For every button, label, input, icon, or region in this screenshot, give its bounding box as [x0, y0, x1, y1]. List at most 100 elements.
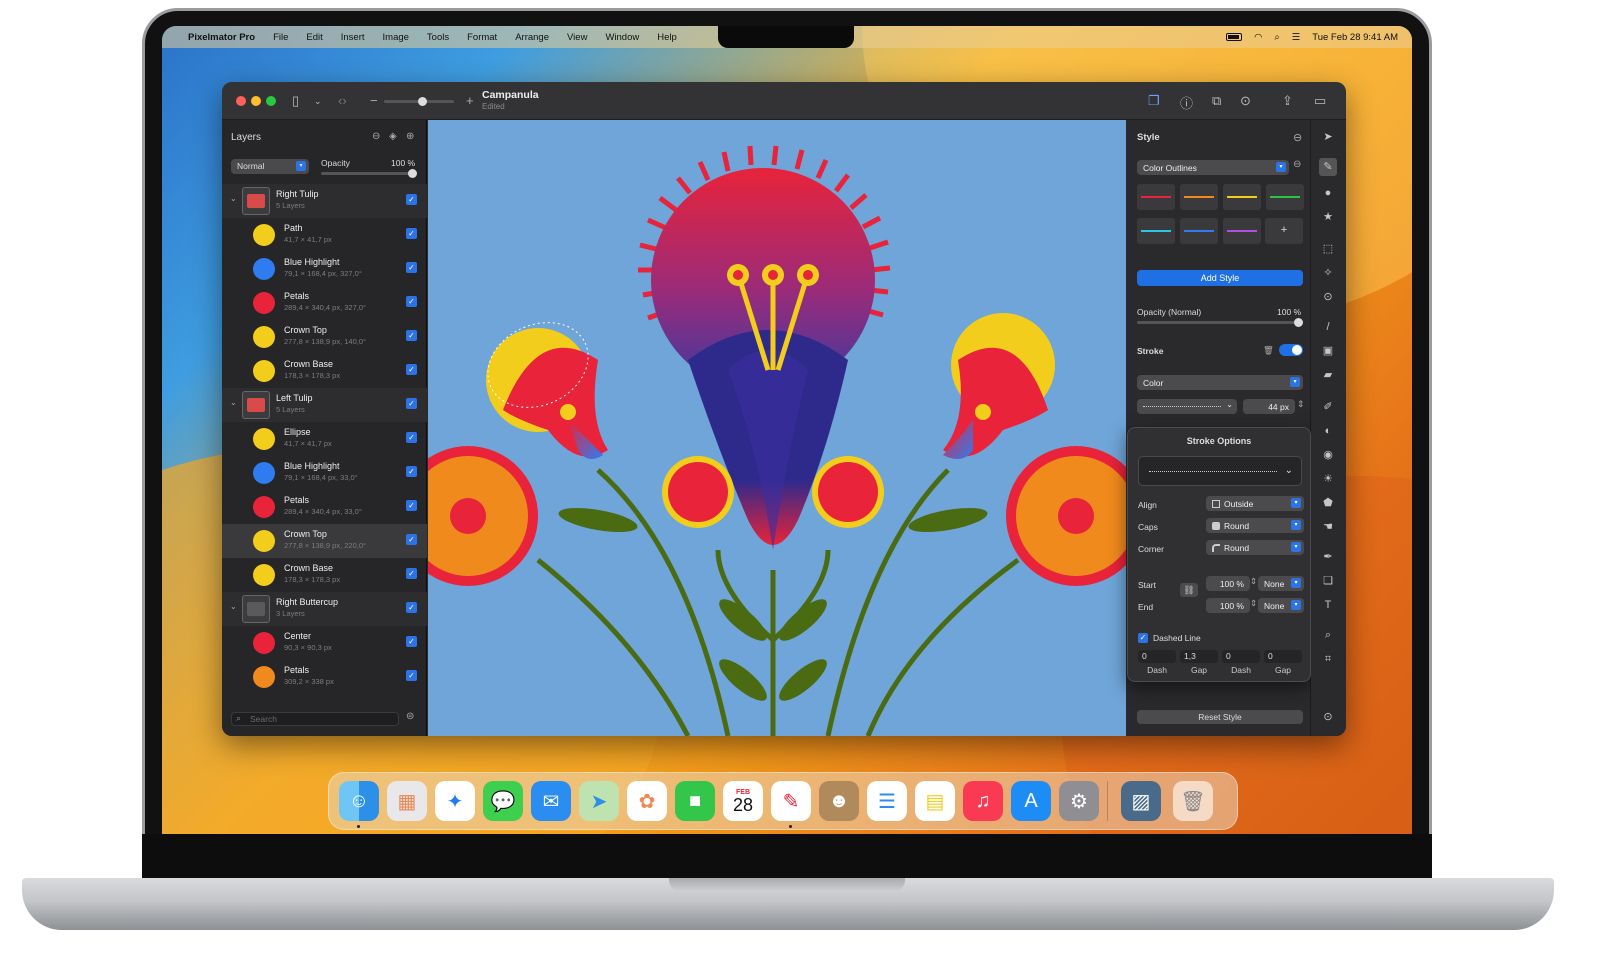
- layer-visibility-checkbox[interactable]: ✓: [406, 330, 417, 341]
- style-preset-select[interactable]: Color Outlines ▾: [1137, 160, 1289, 175]
- reminders-icon[interactable]: ☰: [867, 781, 907, 821]
- layer-row[interactable]: Crown Top 277,8 × 138,9 px, 140,0° ✓: [222, 320, 427, 354]
- end-scale-field[interactable]: 100 %: [1206, 598, 1250, 613]
- layer-visibility-checkbox[interactable]: ✓: [406, 602, 417, 613]
- style-swatch[interactable]: [1137, 184, 1175, 210]
- preview-icon[interactable]: ▨: [1121, 781, 1161, 821]
- app-store-icon[interactable]: A: [1011, 781, 1051, 821]
- stroke-width-stepper[interactable]: ⇕: [1297, 399, 1305, 410]
- start-arrow-select[interactable]: None ▾: [1258, 576, 1304, 591]
- corner-select[interactable]: Round ▾: [1206, 540, 1304, 555]
- add-swatch-button[interactable]: +: [1265, 218, 1303, 244]
- layer-visibility-checkbox[interactable]: ✓: [406, 500, 417, 511]
- layer-row[interactable]: Ellipse 41,7 × 41,7 px ✓: [222, 422, 427, 456]
- facetime-icon[interactable]: ■: [675, 781, 715, 821]
- crop-icon[interactable]: ⧉: [1212, 93, 1221, 109]
- wifi-icon[interactable]: ◠: [1254, 32, 1262, 43]
- layer-visibility-checkbox[interactable]: ✓: [406, 194, 417, 205]
- arrows-icon[interactable]: ‹›: [338, 93, 347, 108]
- collapse-style-icon[interactable]: ⊖: [1293, 131, 1302, 144]
- inspector-toggle-icon[interactable]: ▭: [1314, 93, 1326, 109]
- shapes-icon[interactable]: ❏: [1321, 574, 1335, 588]
- layer-row[interactable]: Path 41,7 × 41,7 px ✓: [222, 218, 427, 252]
- campanula-artwork[interactable]: [428, 120, 1126, 736]
- end-scale-stepper[interactable]: ⇕: [1250, 598, 1257, 609]
- style-swatch[interactable]: [1223, 218, 1261, 244]
- selection-tool-icon[interactable]: ⬚: [1321, 242, 1335, 256]
- stroke-width-field[interactable]: 44 px: [1243, 399, 1295, 414]
- start-scale-field[interactable]: 100 %: [1206, 576, 1250, 591]
- quick-selection-icon[interactable]: ⊙: [1321, 290, 1335, 304]
- layer-group-row[interactable]: ⌄ Left Tulip 5 Layers ✓: [222, 388, 427, 422]
- dash-field[interactable]: 0: [1138, 650, 1176, 663]
- trash-stroke-icon[interactable]: 🗑: [1263, 345, 1274, 356]
- menu-file[interactable]: File: [273, 32, 288, 43]
- layer-visibility-checkbox[interactable]: ✓: [406, 398, 417, 409]
- arrange-icon[interactable]: ❐: [1148, 93, 1160, 109]
- type-tool-icon[interactable]: T: [1321, 598, 1335, 612]
- layer-visibility-checkbox[interactable]: ✓: [406, 636, 417, 647]
- layer-row[interactable]: Petals 289,4 × 340,4 px, 327,0° ✓: [222, 286, 427, 320]
- menu-clock[interactable]: Tue Feb 28 9:41 AM: [1312, 32, 1398, 43]
- paint-bucket-icon[interactable]: ▣: [1321, 344, 1335, 358]
- caps-select[interactable]: Round ▾: [1206, 518, 1304, 533]
- layer-group-row[interactable]: ⌄ Right Buttercup 3 Layers ✓: [222, 592, 427, 626]
- layer-row[interactable]: Blue Highlight 79,1 × 168,4 px, 33,0° ✓: [222, 456, 427, 490]
- magic-wand-icon[interactable]: ✧: [1321, 266, 1335, 280]
- link-icon[interactable]: ⛓: [1180, 583, 1198, 597]
- launchpad-icon[interactable]: ▦: [387, 781, 427, 821]
- layer-row[interactable]: Petals 289,4 × 340,4 px, 33,0° ✓: [222, 490, 427, 524]
- spotlight-icon[interactable]: ⌕: [1274, 32, 1279, 43]
- zoom-slider-knob[interactable]: [418, 97, 427, 106]
- layer-row[interactable]: Petals 309,2 × 338 px ✓: [222, 660, 427, 694]
- menu-format[interactable]: Format: [467, 32, 497, 43]
- eraser-icon[interactable]: ▰: [1321, 368, 1335, 382]
- disclosure-chevron-icon[interactable]: ⌄: [230, 398, 237, 407]
- layer-visibility-checkbox[interactable]: ✓: [406, 228, 417, 239]
- info-icon[interactable]: ⓘ: [1180, 93, 1193, 112]
- finder-icon[interactable]: ☺: [339, 781, 379, 821]
- dash-field[interactable]: 0: [1222, 650, 1260, 663]
- style-swatch[interactable]: [1223, 184, 1261, 210]
- collapse-icon[interactable]: ⊖: [372, 131, 380, 142]
- add-layer-icon[interactable]: ⊕: [406, 131, 414, 142]
- safari-icon[interactable]: ✦: [435, 781, 475, 821]
- sidebar-toggle-icon[interactable]: ▯: [292, 93, 299, 109]
- dash-field[interactable]: 0: [1264, 650, 1302, 663]
- stack-icon[interactable]: ◈: [389, 131, 397, 142]
- disclosure-chevron-icon[interactable]: ⌄: [230, 194, 237, 203]
- style-swatch[interactable]: [1137, 218, 1175, 244]
- layer-group-row[interactable]: ⌄ Right Tulip 5 Layers ✓: [222, 184, 427, 218]
- layer-visibility-checkbox[interactable]: ✓: [406, 262, 417, 273]
- style-tool-icon[interactable]: ✎: [1319, 158, 1337, 176]
- layer-visibility-checkbox[interactable]: ✓: [406, 432, 417, 443]
- crop-tool-icon[interactable]: ⌗: [1321, 652, 1335, 666]
- menu-app-name[interactable]: Pixelmator Pro: [188, 32, 255, 43]
- share-icon[interactable]: ⇪: [1282, 93, 1293, 109]
- paint-brush-icon[interactable]: /: [1321, 320, 1335, 334]
- pen-icon[interactable]: ✒: [1321, 550, 1335, 564]
- style-swatch[interactable]: [1180, 184, 1218, 210]
- end-arrow-select[interactable]: None ▾: [1258, 598, 1304, 613]
- align-select[interactable]: Outside ▾: [1206, 496, 1304, 511]
- contacts-icon[interactable]: ☻: [819, 781, 859, 821]
- reset-style-button[interactable]: Reset Style: [1137, 710, 1303, 724]
- chevron-down-icon[interactable]: ⌄: [314, 96, 322, 107]
- retouch-icon[interactable]: ✐: [1321, 400, 1335, 414]
- menu-tools[interactable]: Tools: [427, 32, 449, 43]
- menu-image[interactable]: Image: [383, 32, 409, 43]
- color-adjust-icon[interactable]: ●: [1321, 186, 1335, 200]
- menu-arrange[interactable]: Arrange: [515, 32, 549, 43]
- clone-icon[interactable]: ◐: [1321, 424, 1335, 438]
- layer-row[interactable]: Crown Top 277,8 × 138,9 px, 220,0° ✓: [222, 524, 427, 558]
- zoom-tool-icon[interactable]: ⌕: [1321, 628, 1335, 642]
- smudge-icon[interactable]: ☚: [1321, 520, 1335, 534]
- dash-pattern-select[interactable]: ⌄: [1138, 456, 1302, 486]
- menu-window[interactable]: Window: [605, 32, 639, 43]
- pixelmator-icon[interactable]: ✎: [771, 781, 811, 821]
- burn-icon[interactable]: ⬟: [1321, 496, 1335, 510]
- style-opacity-knob[interactable]: [1294, 318, 1303, 327]
- effects-icon[interactable]: ★: [1321, 210, 1335, 224]
- layer-opacity-slider[interactable]: [321, 172, 415, 175]
- layer-visibility-checkbox[interactable]: ✓: [406, 568, 417, 579]
